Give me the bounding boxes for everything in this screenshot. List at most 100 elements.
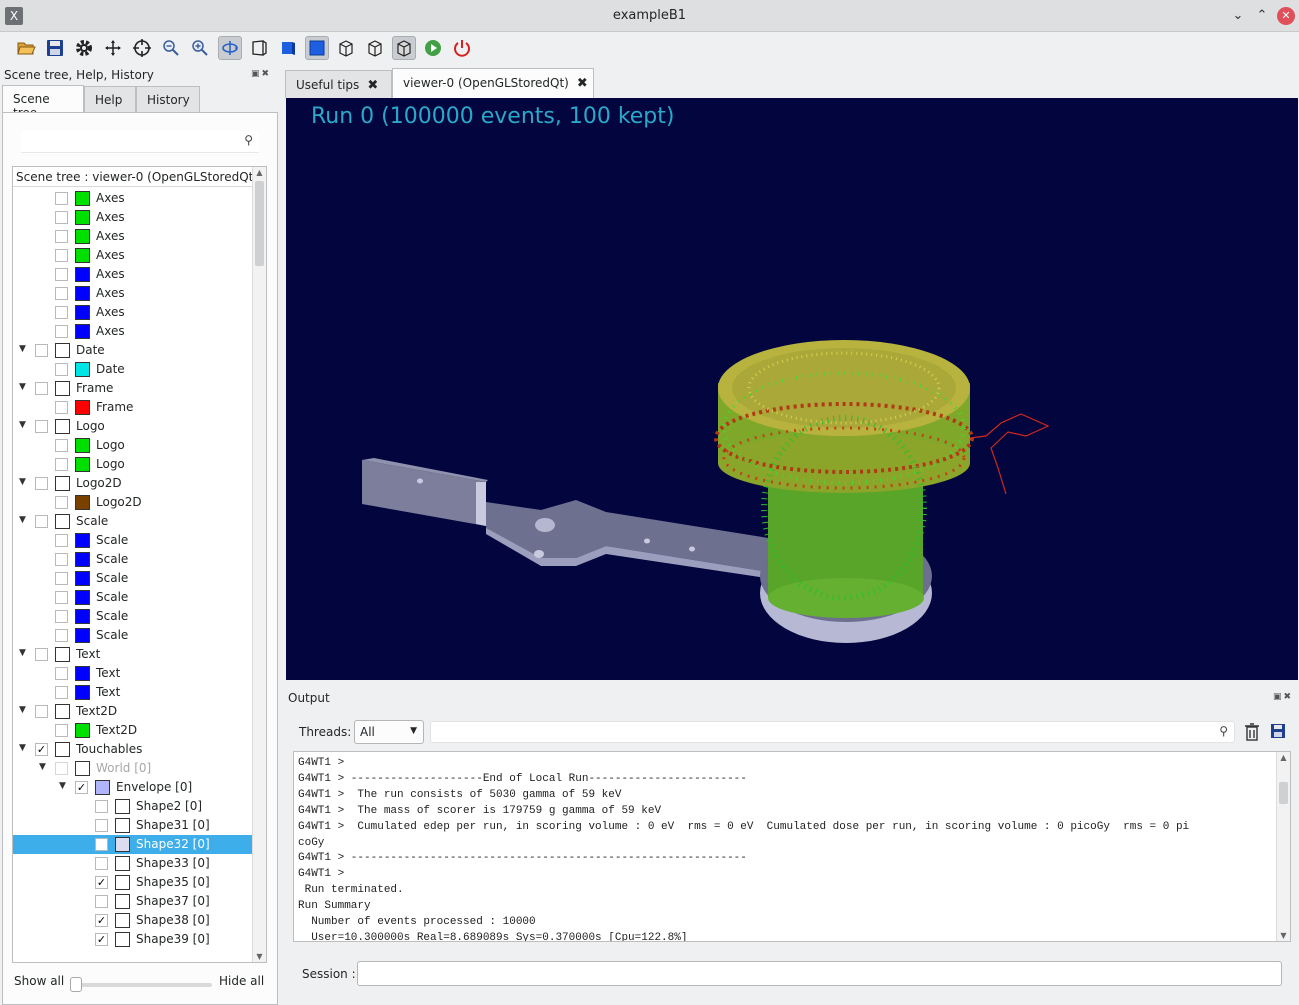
tree-row[interactable]: ▼ World [0] xyxy=(13,759,253,778)
tree-row[interactable]: ▼ Logo xyxy=(13,417,253,436)
run-beam-icon[interactable] xyxy=(421,36,445,60)
visibility-checkbox[interactable] xyxy=(55,268,68,281)
color-swatch[interactable] xyxy=(75,552,90,567)
visibility-checkbox[interactable] xyxy=(55,667,68,680)
save-icon[interactable] xyxy=(43,36,67,60)
tree-row[interactable]: Axes xyxy=(13,189,253,208)
zoom-out-icon[interactable] xyxy=(159,36,183,60)
visibility-checkbox[interactable] xyxy=(55,724,68,737)
output-console[interactable]: G4WT1 > G4WT1 > --------------------End … xyxy=(293,751,1291,942)
tree-row[interactable]: Shape33 [0] xyxy=(13,854,253,873)
tree-row[interactable]: Scale xyxy=(13,569,253,588)
color-swatch[interactable] xyxy=(55,742,70,757)
visibility-checkbox[interactable] xyxy=(55,553,68,566)
expand-arrow-icon[interactable]: ▼ xyxy=(19,420,26,430)
visibility-checkbox[interactable] xyxy=(95,857,108,870)
visibility-checkbox[interactable]: ✓ xyxy=(95,914,108,927)
color-swatch[interactable] xyxy=(75,666,90,681)
maximize-button[interactable]: ⌃ xyxy=(1253,7,1271,25)
color-swatch[interactable] xyxy=(115,913,130,928)
visibility-checkbox[interactable] xyxy=(95,819,108,832)
tree-row[interactable]: ▼ Date xyxy=(13,341,253,360)
color-swatch[interactable] xyxy=(55,514,70,529)
color-swatch[interactable] xyxy=(75,685,90,700)
exit-icon[interactable] xyxy=(450,36,474,60)
color-swatch[interactable] xyxy=(75,248,90,263)
tree-row[interactable]: Text xyxy=(13,683,253,702)
color-swatch[interactable] xyxy=(55,419,70,434)
color-swatch[interactable] xyxy=(75,628,90,643)
visibility-checkbox[interactable] xyxy=(35,420,48,433)
color-swatch[interactable] xyxy=(55,476,70,491)
scene-tree-search-input[interactable]: ⚲ xyxy=(21,131,259,153)
console-scrollbar[interactable]: ▲ ▼ xyxy=(1276,752,1290,941)
visibility-checkbox[interactable] xyxy=(95,800,108,813)
visibility-checkbox[interactable] xyxy=(55,363,68,376)
minimize-button[interactable]: ⌄ xyxy=(1229,7,1247,25)
visibility-checkbox[interactable] xyxy=(55,610,68,623)
tree-row[interactable]: Shape31 [0] xyxy=(13,816,253,835)
color-swatch[interactable] xyxy=(55,343,70,358)
tree-row[interactable]: Frame xyxy=(13,398,253,417)
tree-row[interactable]: Scale xyxy=(13,550,253,569)
pick-icon[interactable] xyxy=(130,36,154,60)
color-swatch[interactable] xyxy=(75,362,90,377)
tree-row[interactable]: Shape32 [0] xyxy=(13,835,253,854)
trash-icon[interactable] xyxy=(1244,722,1260,742)
visibility-checkbox[interactable]: ✓ xyxy=(35,743,48,756)
scroll-up-icon[interactable]: ▲ xyxy=(253,168,266,177)
rotate-icon[interactable] xyxy=(218,36,242,60)
visibility-checkbox[interactable] xyxy=(55,211,68,224)
expand-arrow-icon[interactable]: ▼ xyxy=(19,382,26,392)
color-swatch[interactable] xyxy=(75,723,90,738)
tab-help[interactable]: Help xyxy=(84,86,136,112)
tree-row[interactable]: Axes xyxy=(13,322,253,341)
color-swatch[interactable] xyxy=(75,533,90,548)
visibility-checkbox[interactable]: ✓ xyxy=(95,876,108,889)
color-swatch[interactable] xyxy=(55,704,70,719)
expand-arrow-icon[interactable]: ▼ xyxy=(19,344,26,354)
color-swatch[interactable] xyxy=(95,780,110,795)
close-tab-icon[interactable]: ✖ xyxy=(577,76,588,91)
tree-row[interactable]: ▼ ✓ Envelope [0] xyxy=(13,778,253,797)
ortho-icon[interactable] xyxy=(276,36,300,60)
visibility-checkbox[interactable] xyxy=(55,496,68,509)
tree-row[interactable]: Axes xyxy=(13,303,253,322)
tree-row[interactable]: Axes xyxy=(13,227,253,246)
scrollbar-thumb[interactable] xyxy=(255,181,264,266)
visibility-checkbox[interactable] xyxy=(55,629,68,642)
threads-select[interactable]: All ▼ xyxy=(354,720,424,744)
color-swatch[interactable] xyxy=(55,381,70,396)
visibility-checkbox[interactable] xyxy=(35,382,48,395)
visibility-checkbox[interactable] xyxy=(55,458,68,471)
tree-row[interactable]: Axes xyxy=(13,265,253,284)
tree-row[interactable]: Axes xyxy=(13,246,253,265)
scrollbar-thumb[interactable] xyxy=(1279,782,1288,804)
expand-arrow-icon[interactable]: ▼ xyxy=(39,762,46,772)
surface-icon[interactable] xyxy=(305,36,329,60)
visibility-checkbox[interactable] xyxy=(95,838,108,851)
visibility-slider-track[interactable] xyxy=(70,983,212,987)
tree-row[interactable]: ▼ ✓ Touchables xyxy=(13,740,253,759)
close-tab-icon[interactable]: ✖ xyxy=(367,78,378,93)
output-filter-input[interactable]: ⚲ xyxy=(430,721,1235,743)
scroll-down-icon[interactable]: ▼ xyxy=(253,952,266,961)
expand-arrow-icon[interactable]: ▼ xyxy=(19,648,26,658)
hidden-surface-icon[interactable] xyxy=(392,36,416,60)
move-icon[interactable] xyxy=(101,36,125,60)
color-swatch[interactable] xyxy=(75,609,90,624)
tree-row[interactable]: ▼ Text2D xyxy=(13,702,253,721)
color-swatch[interactable] xyxy=(115,856,130,871)
visibility-checkbox[interactable] xyxy=(35,515,48,528)
visibility-checkbox[interactable] xyxy=(55,534,68,547)
color-swatch[interactable] xyxy=(115,799,130,814)
tree-row[interactable]: Scale xyxy=(13,588,253,607)
wireframe-icon[interactable] xyxy=(334,36,358,60)
tree-row[interactable]: Axes xyxy=(13,284,253,303)
color-swatch[interactable] xyxy=(115,875,130,890)
color-swatch[interactable] xyxy=(75,495,90,510)
color-swatch[interactable] xyxy=(75,438,90,453)
session-input[interactable] xyxy=(357,961,1282,986)
color-swatch[interactable] xyxy=(55,647,70,662)
tree-row[interactable]: ▼ Scale xyxy=(13,512,253,531)
